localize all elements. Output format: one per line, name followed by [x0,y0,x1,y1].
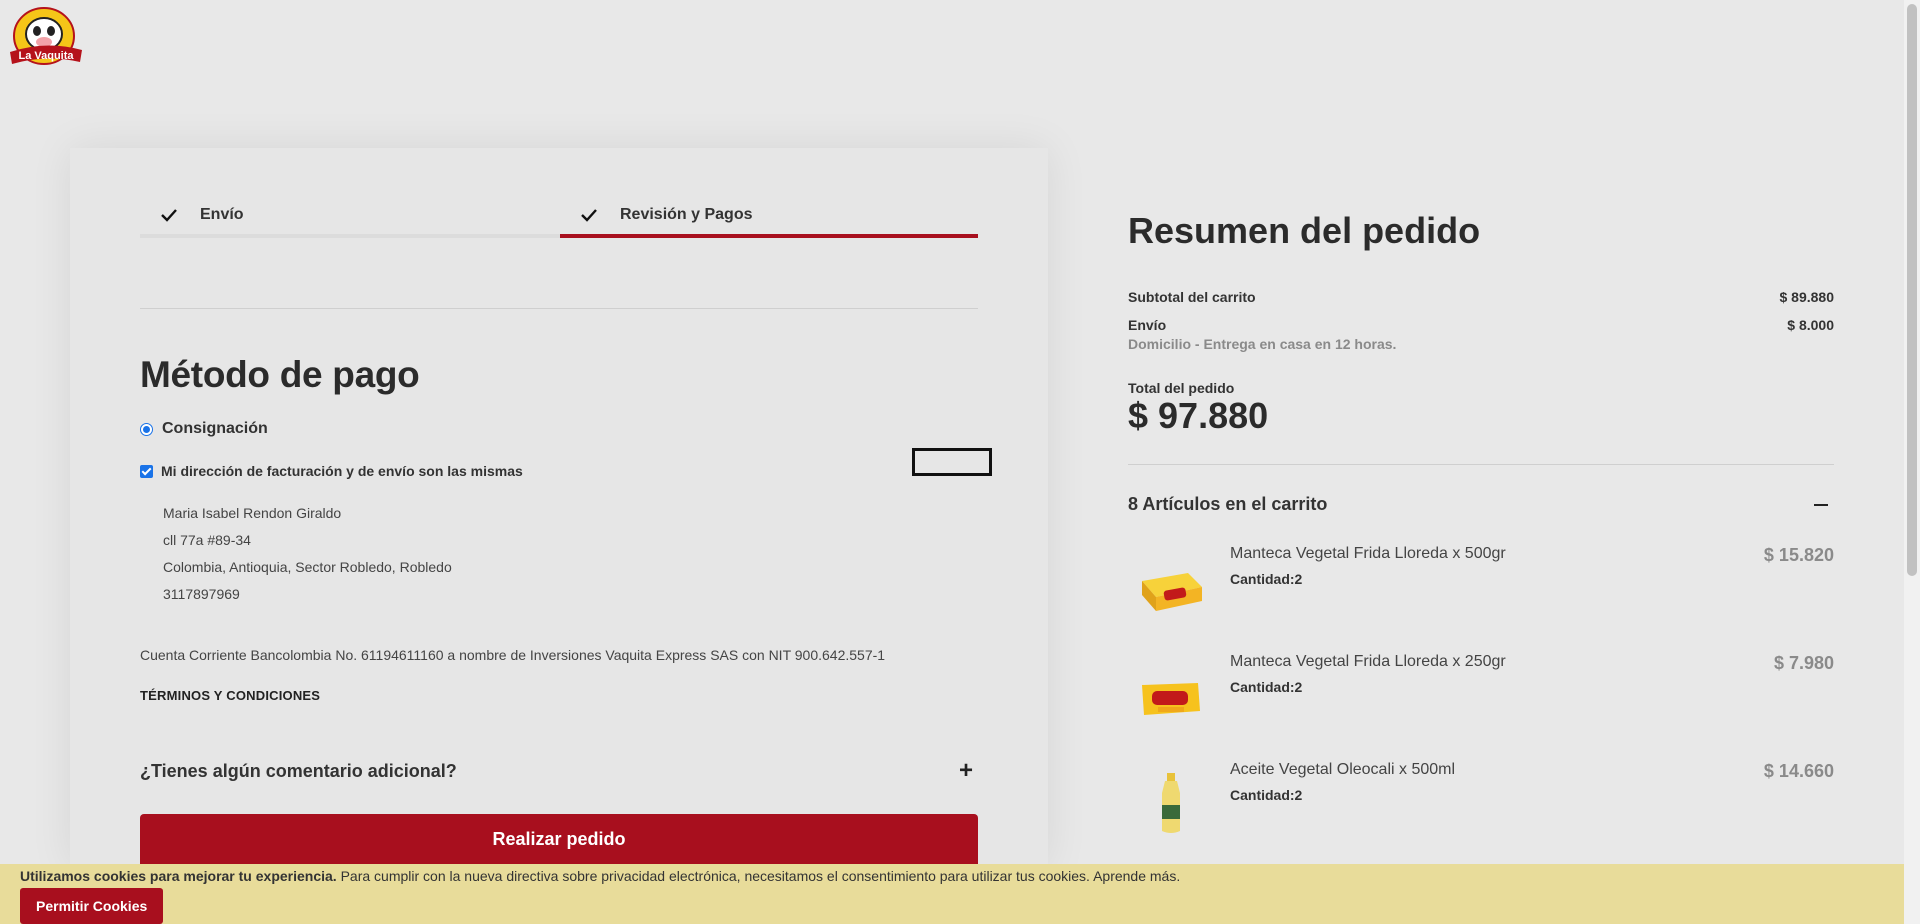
address-phone: 3117897969 [163,586,240,602]
check-icon [161,209,177,222]
step-shipping-label: Envío [200,206,244,223]
logo-text: La Vaquita [18,50,74,62]
check-icon [581,209,597,222]
place-order-button[interactable]: Realizar pedido [140,814,978,870]
terms-link[interactable]: TÉRMINOS Y CONDICIONES [140,688,320,703]
item-quantity: Cantidad:2 [1230,679,1303,695]
cart-item: Aceite Vegetal Oleocali x 500ml Cantidad… [1128,761,1834,851]
cart-item: Manteca Vegetal Frida Lloreda x 250gr Ca… [1128,653,1834,743]
step-review-payment[interactable]: Revisión y Pagos [580,200,753,230]
item-quantity: Cantidad:2 [1230,787,1303,803]
cart-items-toggle[interactable]: 8 Artículos en el carrito [1128,494,1834,515]
plus-icon[interactable]: + [959,757,973,785]
scrollbar-thumb[interactable] [1907,4,1917,576]
same-address-checkbox[interactable] [140,464,153,478]
step-review-payment-label: Revisión y Pagos [620,206,753,223]
item-name[interactable]: Manteca Vegetal Frida Lloreda x 500gr [1230,545,1506,563]
shipping-description: Domicilio - Entrega en casa en 12 horas. [1128,336,1397,352]
step-shipping[interactable]: Envío [160,200,244,230]
same-address-label: Mi dirección de facturación y de envío s… [161,463,523,479]
item-name[interactable]: Aceite Vegetal Oleocali x 500ml [1230,761,1455,779]
order-summary-title: Resumen del pedido [1128,210,1481,251]
summary-divider [1128,464,1834,465]
checkout-panel: Envío Revisión y Pagos Método de pago Co… [70,148,1048,870]
step-progress-active [560,234,978,238]
item-price: $ 14.660 [1763,761,1834,781]
allow-cookies-button[interactable]: Permitir Cookies [20,888,164,924]
shipping-label: Envío [1128,317,1167,333]
cookie-message-text: Para cumplir con la nueva directiva sobr… [336,868,1181,884]
cookie-banner: Utilizamos cookies para mejorar tu exper… [0,864,1904,924]
product-image [1142,683,1200,715]
subtotal-row: Subtotal del carrito $ 89.880 [1128,289,1834,305]
minus-icon[interactable] [1814,503,1828,506]
focus-outline-box[interactable] [912,448,992,476]
bank-account-info: Cuenta Corriente Bancolombia No. 6119461… [140,647,886,663]
payment-method-title: Método de pago [140,354,420,395]
comment-label: ¿Tienes algún comentario adicional? [140,760,457,781]
item-name[interactable]: Manteca Vegetal Frida Lloreda x 250gr [1230,653,1506,671]
same-address-checkbox-row[interactable]: Mi dirección de facturación y de envío s… [140,463,523,479]
address-name: Maria Isabel Rendon Giraldo [163,505,342,521]
address-street: cll 77a #89-34 [163,532,251,548]
billing-address: Maria Isabel Rendon Giraldo cll 77a #89-… [163,500,452,608]
item-price: $ 15.820 [1763,545,1834,565]
address-location: Colombia, Antioquia, Sector Robledo, Rob… [163,559,452,575]
product-image [1142,573,1202,611]
additional-comment-toggle[interactable]: ¿Tienes algún comentario adicional? + [140,757,978,785]
order-total-value: $ 97.880 [1128,395,1269,436]
payment-option-consignacion[interactable]: Consignación [140,420,268,438]
shipping-value: $ 8.000 [1787,317,1834,333]
item-quantity: Cantidad:2 [1230,571,1303,587]
cart-item: Manteca Vegetal Frida Lloreda x 500gr Ca… [1128,545,1834,635]
payment-option-label: Consignación [162,420,268,437]
subtotal-value: $ 89.880 [1779,289,1835,305]
subtotal-label: Subtotal del carrito [1128,289,1256,305]
checkout-steps: Envío Revisión y Pagos [140,200,978,238]
cookie-message-bold: Utilizamos cookies para mejorar tu exper… [20,868,337,884]
product-image [1162,773,1180,833]
radio-selected[interactable] [140,422,153,436]
cart-items-heading: 8 Artículos en el carrito [1128,494,1328,514]
step-progress-inactive [140,234,560,238]
brand-logo[interactable]: La Vaquita [6,6,86,72]
order-total-label: Total del pedido [1128,380,1235,396]
scrollbar[interactable] [1904,0,1920,924]
divider [140,308,978,309]
cookie-message: Utilizamos cookies para mejorar tu exper… [20,868,1180,884]
shipping-row: Envío $ 8.000 [1128,317,1834,333]
item-price: $ 7.980 [1773,653,1834,673]
